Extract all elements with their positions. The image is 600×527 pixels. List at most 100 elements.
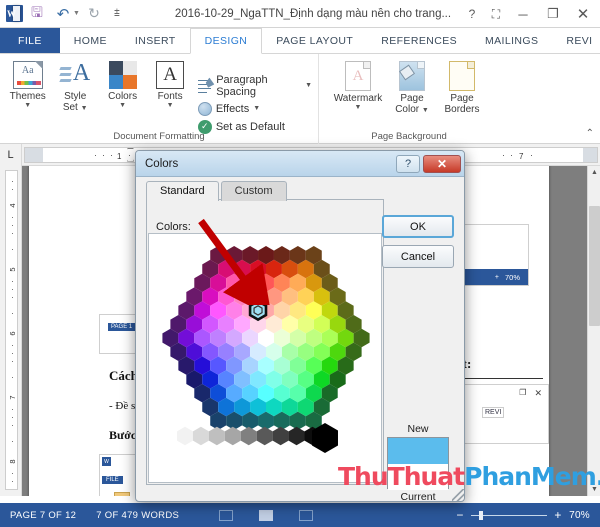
tab-insert[interactable]: INSERT (121, 28, 190, 53)
tab-design[interactable]: DESIGN (189, 28, 263, 54)
page-indicator[interactable]: PAGE 7 OF 12 (0, 510, 86, 521)
colors-caret-icon[interactable]: ▼ (119, 102, 126, 109)
tab-custom[interactable]: Custom (220, 181, 287, 201)
v-ruler-tick-6: 6 (8, 331, 17, 336)
themes-caret-icon[interactable]: ▼ (24, 102, 31, 109)
watermark-caret-icon[interactable]: ▼ (355, 104, 362, 111)
cancel-button[interactable]: Cancel (382, 245, 454, 268)
zoom-controls: − + 70% (455, 508, 600, 522)
new-color-swatch (388, 438, 448, 464)
help-icon[interactable]: ? (460, 1, 484, 27)
zoom-level[interactable]: 70% (569, 510, 590, 521)
colors-icon (108, 61, 137, 89)
word-app-icon[interactable]: W (6, 5, 23, 22)
title-bar: W 🖫 ↶ ▼ ↻ ⩲ 2016-10-29_NgaTTN_Định dạng … (0, 0, 600, 28)
embedded-close-icon: ✕ (534, 388, 542, 398)
hexagon-color-grid[interactable] (148, 233, 382, 483)
embedded-word-icon: W (102, 457, 111, 466)
vertical-scrollbar[interactable]: ▲ ▼ (587, 166, 600, 496)
page-borders-label: Page Borders (444, 93, 480, 115)
dialog-title: Colors (145, 157, 179, 170)
v-ruler-tick-4: 4 (8, 203, 17, 208)
style-set-label: Style Set ▼ (62, 91, 88, 113)
embedded-restore-icon: ❐ (519, 388, 527, 397)
paragraph-spacing-caret-icon[interactable]: ▼ (305, 82, 312, 89)
undo-icon[interactable]: ↶ (51, 3, 75, 25)
colors-dialog[interactable]: Colors ? ✕ Standard Custom Colors: OK Ca… (135, 150, 466, 503)
resize-grip-icon[interactable] (452, 489, 464, 501)
scrollbar-thumb[interactable] (589, 206, 600, 326)
scroll-up-icon[interactable]: ▲ (588, 166, 600, 179)
tab-standard[interactable]: Standard (146, 181, 219, 201)
tab-mailings[interactable]: MAILINGS (471, 28, 552, 53)
effects-label: Effects (215, 102, 250, 115)
fonts-caret-icon[interactable]: ▼ (167, 102, 174, 109)
paragraph-spacing-button[interactable]: Paragraph Spacing ▼ (197, 74, 312, 98)
v-ruler-tick-8: 8 (8, 459, 17, 464)
ribbon-display-options-icon[interactable]: ⛶ (484, 1, 508, 27)
embedded-file-tab: FILE (102, 476, 123, 484)
ribbon-group-document-formatting: Aa Themes ▼ A Style Set ▼ Colors ▼ A Font (0, 54, 318, 144)
embedded-paste-icon (114, 492, 130, 496)
save-icon[interactable]: 🖫 (25, 3, 49, 25)
print-layout-icon[interactable] (259, 509, 274, 521)
embedded-page-badge-label: PAGE 1 (108, 323, 136, 331)
zoom-out-icon[interactable]: − (455, 508, 465, 522)
current-color-swatch (388, 464, 448, 490)
tab-review-clipped[interactable]: REVI (552, 28, 600, 53)
redo-icon[interactable]: ↻ (82, 3, 106, 25)
page-borders-icon (449, 61, 475, 91)
view-mode-icons (219, 509, 314, 521)
colors-label-static: Colors: (156, 221, 191, 233)
tab-stop-selector[interactable]: L (0, 143, 22, 166)
ok-button[interactable]: OK (382, 215, 454, 238)
minimize-icon[interactable]: ─ (508, 1, 538, 27)
customize-quick-access-caret-icon[interactable]: ⩲ (108, 3, 126, 25)
zoom-slider-thumb[interactable] (479, 510, 484, 520)
effects-button[interactable]: Effects ▼ (197, 101, 312, 116)
window-controls: ? ⛶ ─ ❐ ✕ (460, 0, 598, 28)
zoom-in-icon[interactable]: + (553, 508, 563, 522)
colors-label-text: Colors: (156, 221, 191, 233)
current-label: Current (400, 491, 436, 503)
effects-icon (197, 101, 212, 116)
fonts-label: Fonts (157, 91, 183, 102)
page-color-label: Page Color ▼ (395, 93, 429, 115)
close-icon[interactable]: ✕ (568, 1, 598, 27)
zoom-slider[interactable] (471, 510, 548, 520)
paragraph-spacing-icon (197, 79, 212, 94)
ribbon-tab-strip: FILE HOME INSERT DESIGN PAGE LAYOUT REFE… (0, 28, 600, 54)
tab-home[interactable]: HOME (60, 28, 121, 53)
themes-icon: Aa (12, 61, 43, 89)
dialog-help-icon[interactable]: ? (396, 154, 420, 173)
restore-icon[interactable]: ❐ (538, 1, 568, 27)
embedded-review-tab: REVI (482, 407, 505, 418)
ruler-tick-7: 7 (519, 151, 524, 161)
v-ruler-tick-7: 7 (8, 395, 17, 400)
word-count-indicator[interactable]: 7 OF 479 WORDS (86, 510, 189, 521)
group-label-page-background: Page Background (371, 131, 447, 142)
ribbon: Aa Themes ▼ A Style Set ▼ Colors ▼ A Font (0, 54, 600, 144)
color-preview-box (387, 437, 449, 490)
effects-caret-icon[interactable]: ▼ (253, 105, 260, 112)
themes-label: Themes (9, 91, 46, 102)
hexagon-color-svg[interactable] (149, 234, 382, 483)
new-current-preview: New Current (382, 423, 454, 503)
tab-references[interactable]: REFERENCES (367, 28, 471, 53)
web-layout-icon[interactable] (299, 509, 314, 521)
status-bar: PAGE 7 OF 12 7 OF 479 WORDS − + 70% (0, 503, 600, 527)
undo-dropdown-caret-icon[interactable]: ▼ (73, 10, 80, 17)
scroll-down-icon[interactable]: ▼ (588, 483, 600, 496)
embedded-zoom-level: 70% (504, 272, 520, 282)
tab-file[interactable]: FILE (0, 28, 60, 53)
page-color-icon (398, 61, 425, 91)
embedded-zoom-plus-icon: + (494, 273, 499, 281)
dialog-body: Standard Custom Colors: OK Cancel New Cu… (136, 177, 466, 503)
read-mode-icon[interactable] (219, 509, 234, 521)
dialog-title-bar: Colors ? ✕ (136, 151, 464, 177)
vertical-ruler-bar[interactable]: 4 5 6 7 8 (5, 170, 18, 490)
group-label-document-formatting: Document Formatting (113, 131, 205, 142)
collapse-ribbon-icon[interactable]: ⌃ (586, 128, 594, 139)
dialog-close-icon[interactable]: ✕ (423, 154, 461, 173)
tab-page-layout[interactable]: PAGE LAYOUT (262, 28, 367, 53)
